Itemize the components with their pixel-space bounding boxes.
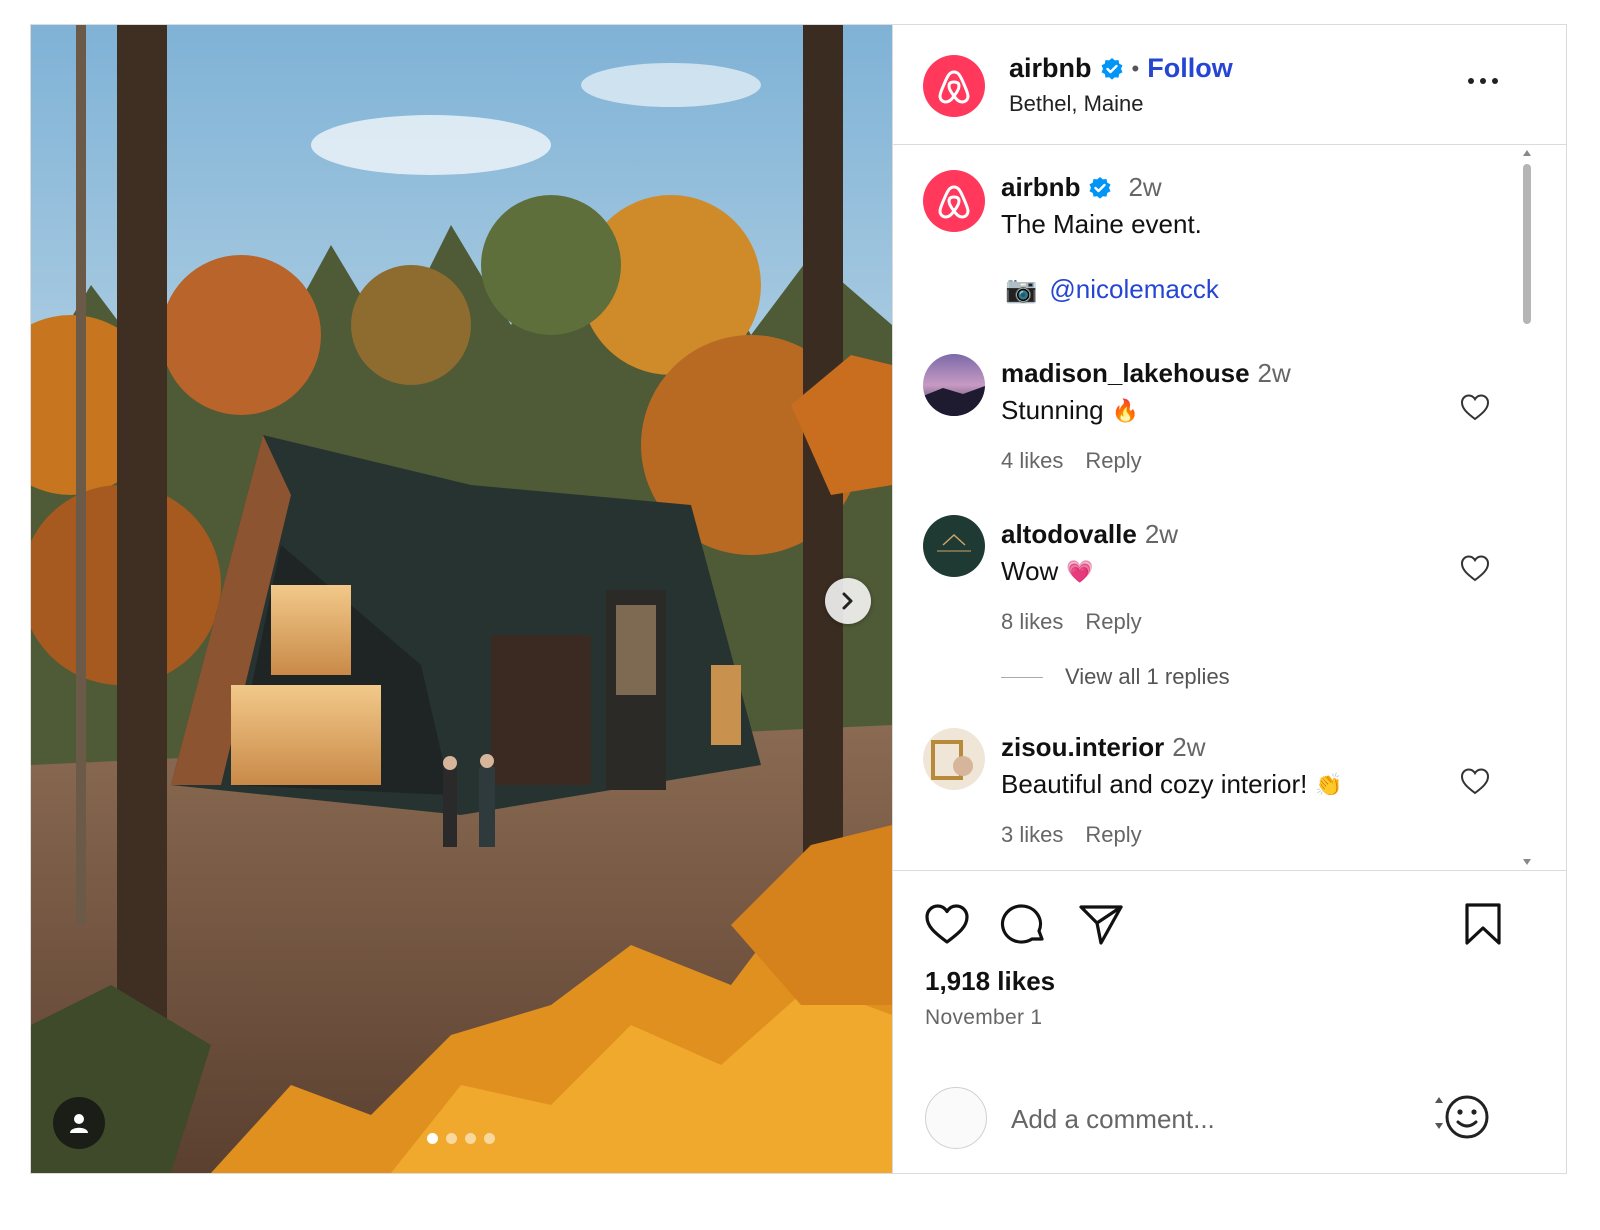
cabin-photo bbox=[31, 25, 892, 1173]
bookmark-icon[interactable] bbox=[1459, 901, 1507, 947]
comment-username[interactable]: zisou.interior bbox=[1001, 732, 1164, 763]
post-actions: 1,918 likes November 1 bbox=[893, 871, 1566, 1055]
comment-time: 2w bbox=[1172, 732, 1206, 762]
comment-time: 2w bbox=[1257, 358, 1291, 388]
comment-text: Beautiful and cozy interior! bbox=[1001, 769, 1308, 799]
caption-text: The Maine event. bbox=[1001, 209, 1202, 239]
heart-emoji: 💗 bbox=[1066, 558, 1094, 584]
post-author-row: airbnb • Follow bbox=[1009, 53, 1233, 84]
post-dialog: airbnb • Follow Bethel, Maine airbnb 2w … bbox=[30, 24, 1567, 1174]
post-details-panel: airbnb • Follow Bethel, Maine airbnb 2w … bbox=[892, 25, 1566, 1173]
photo-credit: 📷 @nicolemacck bbox=[1005, 274, 1219, 305]
verified-badge-icon bbox=[1101, 57, 1123, 80]
post-location[interactable]: Bethel, Maine bbox=[1009, 91, 1144, 117]
airbnb-logo-icon bbox=[938, 185, 970, 219]
comment-likes[interactable]: 4 likes bbox=[1001, 448, 1063, 474]
replies-divider bbox=[1001, 676, 1043, 678]
comment-icon[interactable] bbox=[1000, 901, 1048, 947]
avatar[interactable] bbox=[923, 170, 985, 232]
carousel-dot bbox=[465, 1133, 476, 1144]
verified-badge-icon bbox=[1089, 176, 1111, 199]
like-comment-heart-icon[interactable] bbox=[1459, 392, 1491, 422]
avatar[interactable] bbox=[923, 728, 985, 790]
photographer-link[interactable]: @nicolemacck bbox=[1049, 274, 1218, 305]
reply-button[interactable]: Reply bbox=[1085, 448, 1141, 474]
avatar[interactable] bbox=[923, 515, 985, 577]
caption-username[interactable]: airbnb bbox=[1001, 172, 1080, 203]
carousel-dot bbox=[427, 1133, 438, 1144]
comment-item: madison_lakehouse 2w Stunning 🔥 4 likes … bbox=[923, 354, 1513, 474]
carousel-indicator bbox=[427, 1133, 495, 1144]
avatar bbox=[925, 1087, 987, 1149]
share-send-icon[interactable] bbox=[1077, 901, 1125, 947]
post-date: November 1 bbox=[925, 1006, 1043, 1029]
like-comment-heart-icon[interactable] bbox=[1459, 553, 1491, 583]
scroll-down-arrow-icon[interactable] bbox=[1523, 859, 1531, 865]
view-replies-button[interactable]: View all 1 replies bbox=[1001, 664, 1230, 690]
user-icon bbox=[70, 1114, 88, 1133]
emoji-picker-icon[interactable] bbox=[1429, 1093, 1491, 1141]
post-header: airbnb • Follow Bethel, Maine bbox=[893, 25, 1566, 145]
comment-text: Wow bbox=[1001, 556, 1059, 586]
carousel-next-button[interactable] bbox=[825, 578, 871, 624]
airbnb-logo-icon bbox=[938, 70, 970, 104]
like-heart-icon[interactable] bbox=[923, 901, 971, 947]
comment-username[interactable]: madison_lakehouse bbox=[1001, 358, 1250, 389]
avatar[interactable] bbox=[923, 55, 985, 117]
carousel-dot bbox=[484, 1133, 495, 1144]
comment-likes[interactable]: 8 likes bbox=[1001, 609, 1063, 635]
avatar[interactable] bbox=[923, 354, 985, 416]
comment-likes[interactable]: 3 likes bbox=[1001, 822, 1063, 848]
comment-item: zisou.interior 2w Beautiful and cozy int… bbox=[923, 728, 1513, 848]
comments-list[interactable]: airbnb 2w The Maine event. 📷 @nicolemacc… bbox=[893, 146, 1566, 871]
scroll-up-arrow-icon[interactable] bbox=[1523, 150, 1531, 156]
post-author-name[interactable]: airbnb bbox=[1009, 53, 1092, 84]
likes-count[interactable]: 1,918 likes bbox=[925, 966, 1055, 997]
comments-scrollbar[interactable] bbox=[1521, 146, 1533, 870]
comment-text: Stunning bbox=[1001, 395, 1104, 425]
tagged-users-button[interactable] bbox=[53, 1097, 105, 1149]
comment-input[interactable] bbox=[1011, 1099, 1411, 1139]
scrollbar-thumb[interactable] bbox=[1523, 164, 1531, 324]
comment-composer bbox=[893, 1055, 1566, 1173]
reply-button[interactable]: Reply bbox=[1085, 822, 1141, 848]
carousel-dot bbox=[446, 1133, 457, 1144]
view-replies-label: View all 1 replies bbox=[1065, 664, 1230, 689]
clapping-emoji: 👏 bbox=[1315, 771, 1343, 797]
comment-time: 2w bbox=[1144, 519, 1179, 549]
chevron-right-icon bbox=[842, 592, 853, 610]
separator-dot: • bbox=[1131, 55, 1140, 81]
more-options-icon[interactable] bbox=[1463, 71, 1503, 91]
follow-button[interactable]: Follow bbox=[1147, 53, 1232, 84]
comment-item: altodovalle 2w Wow 💗 8 likes Reply bbox=[923, 515, 1513, 635]
camera-icon: 📷 bbox=[1005, 274, 1038, 304]
like-comment-heart-icon[interactable] bbox=[1459, 766, 1491, 796]
fire-emoji: 🔥 bbox=[1111, 397, 1140, 423]
reply-button[interactable]: Reply bbox=[1085, 609, 1141, 635]
comment-username[interactable]: altodovalle bbox=[1001, 519, 1137, 550]
post-photo[interactable] bbox=[31, 25, 892, 1173]
caption-time: 2w bbox=[1128, 172, 1162, 202]
